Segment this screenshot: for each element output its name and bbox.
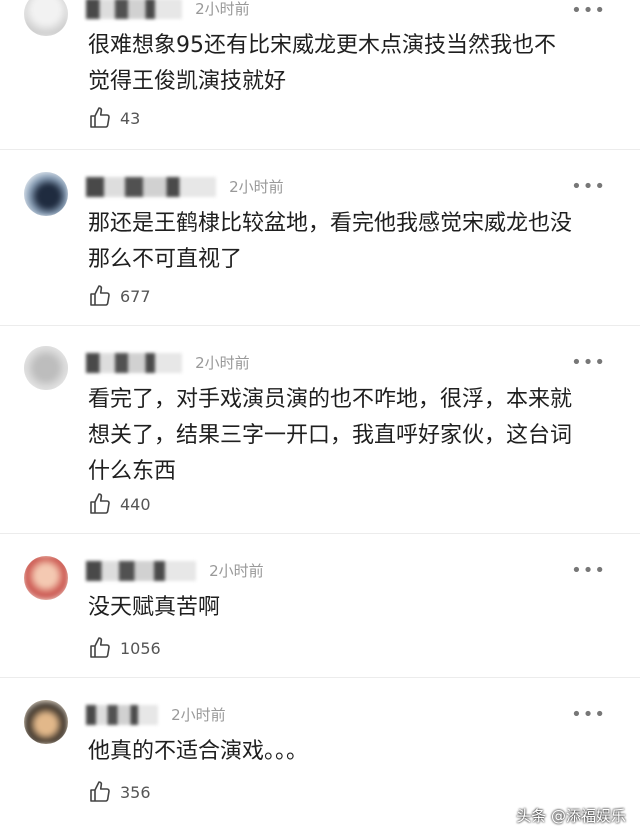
like-button[interactable]: 1056 bbox=[88, 636, 161, 660]
username-blurred bbox=[86, 0, 182, 19]
comment-text: 那还是王鹤棣比较盆地，看完他我感觉宋威龙也没 那么不可直视了 bbox=[88, 211, 573, 272]
username[interactable]: 2小时前 bbox=[86, 704, 226, 726]
more-options-button[interactable]: ••• bbox=[571, 560, 606, 581]
avatar[interactable] bbox=[24, 700, 68, 744]
comment-time: 2小时前 bbox=[171, 706, 226, 724]
thumbs-up-icon bbox=[90, 637, 110, 658]
username[interactable]: 2小时前 bbox=[86, 560, 264, 582]
thumbs-up-icon bbox=[90, 107, 110, 128]
username-blurred bbox=[86, 352, 182, 373]
avatar[interactable] bbox=[24, 556, 68, 600]
thumbs-up-icon bbox=[90, 493, 110, 514]
comment-text: 他真的不适合演戏。。。 bbox=[88, 739, 309, 764]
comment-time: 2小时前 bbox=[195, 354, 250, 372]
more-options-button[interactable]: ••• bbox=[571, 176, 606, 197]
username-blurred bbox=[86, 176, 216, 197]
more-options-button[interactable]: ••• bbox=[571, 704, 606, 725]
comment-item: 2小时前 ••• 看完了，对手戏演员演的也不咋地，很浮，本来就 想关了，结果三字… bbox=[0, 326, 640, 534]
like-button[interactable]: 440 bbox=[88, 492, 151, 516]
thumbs-up-icon bbox=[90, 285, 110, 306]
like-count: 356 bbox=[120, 782, 151, 802]
comment-time: 2小时前 bbox=[229, 178, 284, 196]
comment-text: 没天赋真苦啊 bbox=[88, 595, 221, 620]
comment-item: 2小时前 ••• 很难想象95还有比宋威龙更木点演技当然我也不 觉得王俊凯演技就… bbox=[0, 0, 640, 150]
avatar[interactable] bbox=[24, 172, 68, 216]
comment-text: 看完了，对手戏演员演的也不咋地，很浮，本来就 想关了，结果三字一开口，我直呼好家… bbox=[88, 387, 573, 484]
comment-item: 2小时前 ••• 没天赋真苦啊 1056 bbox=[0, 534, 640, 678]
like-count: 1056 bbox=[120, 638, 161, 658]
like-button[interactable]: 356 bbox=[88, 780, 151, 804]
like-button[interactable]: 677 bbox=[88, 284, 151, 308]
more-options-button[interactable]: ••• bbox=[571, 352, 606, 373]
comment-time: 2小时前 bbox=[195, 0, 250, 18]
username[interactable]: 2小时前 bbox=[86, 352, 250, 374]
username-blurred bbox=[86, 560, 196, 581]
username[interactable]: 2小时前 bbox=[86, 0, 250, 20]
username-blurred bbox=[86, 704, 158, 725]
like-button[interactable]: 43 bbox=[88, 106, 140, 130]
like-count: 43 bbox=[120, 108, 141, 128]
like-count: 677 bbox=[120, 286, 151, 306]
like-count: 440 bbox=[120, 494, 151, 514]
watermark: 头条 @添福娱乐 bbox=[516, 807, 626, 825]
comment-time: 2小时前 bbox=[209, 562, 264, 580]
comment-text: 很难想象95还有比宋威龙更木点演技当然我也不 觉得王俊凯演技就好 bbox=[88, 33, 556, 94]
username[interactable]: 2小时前 bbox=[86, 176, 284, 198]
avatar[interactable] bbox=[24, 346, 68, 390]
avatar[interactable] bbox=[24, 0, 68, 36]
comment-item: 2小时前 ••• 那还是王鹤棣比较盆地，看完他我感觉宋威龙也没 那么不可直视了 … bbox=[0, 150, 640, 326]
thumbs-up-icon bbox=[90, 781, 110, 802]
more-options-button[interactable]: ••• bbox=[571, 0, 606, 21]
